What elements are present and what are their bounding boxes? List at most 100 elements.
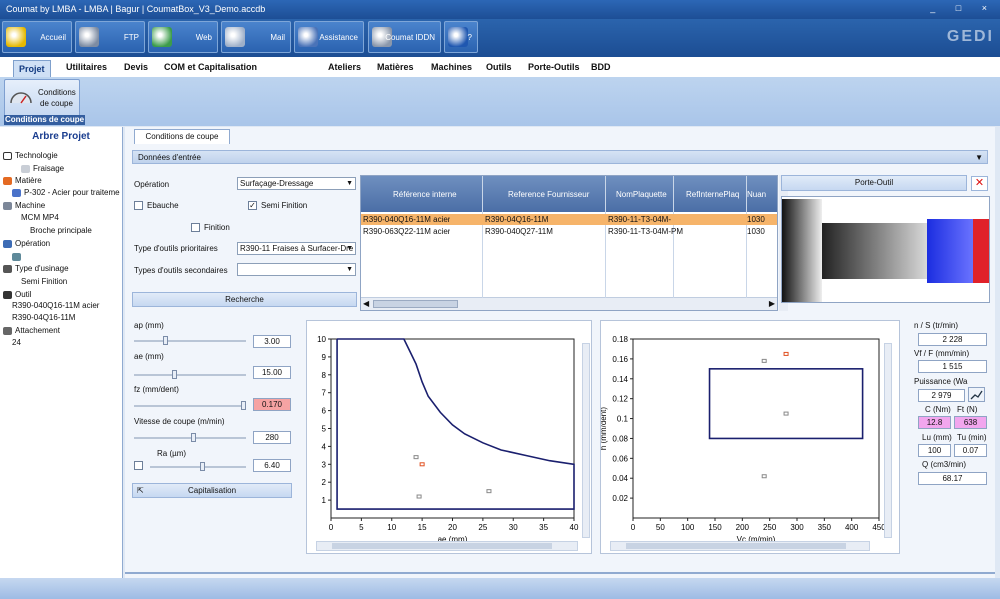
toolbar-button-label: Assistance [319,33,358,42]
vc-slider-thumb[interactable] [191,433,196,442]
tree-item[interactable]: Matière [3,176,42,185]
operation-select[interactable]: Surfaçage-Dressage ▼ [237,177,356,190]
grid-hscrollbar[interactable]: ◀ ▶ [361,297,777,310]
tree-item[interactable]: Type d'usinage [3,264,69,273]
grid-column-header[interactable]: Nuan [747,190,766,199]
table-row[interactable]: R390-040Q16-11M acier R390-04Q16-11M R390-… [361,214,777,225]
menu-item-3[interactable]: COM et Capitalisation [164,62,257,72]
type-prio-select[interactable]: R390-11 Fraises à Surfacer-Dre ▼ [237,242,356,255]
toolbar-button-5[interactable]: Coumat IDDN [368,21,441,53]
tree-item[interactable]: R390-04Q16-11M [12,313,75,322]
y-tick-label: 0.1 [617,415,629,424]
type-sec-select[interactable]: ▼ [237,263,356,276]
dropdown-arrow-icon: ▼ [346,245,353,252]
menu-item-0[interactable]: Projet [13,60,51,77]
menu-item-4[interactable]: Ateliers [328,62,361,72]
collapse-icon[interactable]: ▼ [975,151,983,164]
tree-item[interactable]: P-302 - Acier pour traiteme [12,188,120,197]
scroll-right-icon[interactable]: ▶ [769,299,775,308]
n-label: n / S (tr/min) [914,321,959,330]
section-header[interactable]: Données d'entrée ▼ [132,150,988,164]
tree-item[interactable]: Outil [3,290,31,299]
x-tick-label: 30 [509,523,518,532]
delete-icon[interactable]: ✕ [971,176,988,191]
menu-item-2[interactable]: Devis [124,62,148,72]
tree-item-label: MCM MP4 [21,213,59,222]
y-tick-label: 0.14 [612,375,628,384]
x-tick-label: 25 [478,523,487,532]
ra-slider-thumb[interactable] [200,462,205,471]
tab-conditions-de-coupe[interactable]: Conditions de coupe [134,129,230,144]
grid-column-header[interactable]: RefInternePlaq [686,190,739,199]
tree-item[interactable]: Fraisage [21,164,64,173]
grid-column-header[interactable]: Référence interne [393,190,457,199]
table-cell: R390-11-T3-04M-PM [608,227,683,236]
tree-item-label: 24 [12,338,21,347]
x-tick-label: 0 [631,523,636,532]
chart2-hscrollbar[interactable] [610,541,870,551]
fz-slider[interactable] [134,405,246,407]
tree-item[interactable]: MCM MP4 [21,213,59,222]
toolbar-button-6[interactable]: ? [444,21,478,53]
ap-value[interactable]: 3.00 [253,335,291,348]
chart2-vscrollbar[interactable] [884,343,892,538]
matiere-icon [3,176,12,185]
conditions-de-coupe-button[interactable]: Conditions de coupe [4,79,80,117]
toolbar-button-3[interactable]: Mail [221,21,291,53]
p-label: Puissance (Wa [914,377,968,386]
tree-item-label: Broche principale [30,226,92,235]
toolbar-button-2[interactable]: Web [148,21,218,53]
tree-item[interactable]: Opération [3,239,50,248]
ap-slider[interactable] [134,340,246,342]
toolbar-button-4[interactable]: Assistance [294,21,364,53]
semi-finition-checkbox[interactable]: ✓ [248,201,257,210]
ap-slider-thumb[interactable] [163,336,168,345]
chart-ap-ae[interactable]: 051015202530354012345678910ae (mm)ap (mm… [307,321,591,553]
menu-item-9[interactable]: BDD [591,62,611,72]
vc-value[interactable]: 280 [253,431,291,444]
menu-item-1[interactable]: Utilitaires [66,62,107,72]
tree-item[interactable]: R390-040Q16-11M acier [12,301,99,310]
ae-value[interactable]: 15.00 [253,366,291,379]
scroll-thumb[interactable] [373,300,458,308]
capitalisation-button[interactable]: ⇱ Capitalisation [132,483,292,498]
menu-item-8[interactable]: Porte-Outils [528,62,580,72]
grid-column-header[interactable]: NomPlaquette [616,190,667,199]
grid-column-header[interactable]: Reference Fournisseur [508,190,589,199]
ebauche-checkbox[interactable] [134,201,143,210]
menu-item-5[interactable]: Matières [377,62,414,72]
toolbar-button-0[interactable]: Accueil [2,21,72,53]
tree-item[interactable] [12,252,24,261]
window-controls[interactable]: _ □ × [930,3,996,13]
ra-checkbox[interactable] [134,461,143,470]
c-label: C (Nm) [925,405,951,414]
chart1-hscrollbar[interactable] [316,541,578,551]
fz-value[interactable]: 0.170 [253,398,291,411]
ra-slider[interactable] [150,466,246,468]
toolbar-button-1[interactable]: FTP [75,21,145,53]
ra-value[interactable]: 6.40 [253,459,291,472]
tree-item[interactable]: Attachement [3,326,60,335]
tree-item[interactable]: Semi Finition [21,277,67,286]
tree-item[interactable]: Machine [3,201,45,210]
tree-item[interactable]: 24 [12,338,21,347]
chart1-vscrollbar[interactable] [582,343,590,538]
table-row[interactable]: R390-063Q22-11M acier R390-040Q27-11M R390… [361,226,777,237]
menu-item-6[interactable]: Machines [431,62,472,72]
ae-slider[interactable] [134,374,246,376]
fz-slider-thumb[interactable] [241,401,246,410]
x-tick-label: 10 [387,523,396,532]
tree-item[interactable]: Technologie [3,151,58,160]
dropdown-arrow-icon: ▼ [346,266,353,273]
tree-item[interactable]: Broche principale [30,226,92,235]
porte-outil-button[interactable]: Porte-Outil [781,175,967,191]
x-tick-label: 50 [656,523,665,532]
search-button[interactable]: Recherche [132,292,357,307]
power-chart-button[interactable] [968,387,985,402]
vc-slider[interactable] [134,437,246,439]
scroll-left-icon[interactable]: ◀ [363,299,369,308]
chart-h-vc[interactable]: 0 50 100 150 200 250 300 350 400 4500.020.040.060… [601,321,899,553]
menu-item-7[interactable]: Outils [486,62,512,72]
finition-checkbox[interactable] [191,223,200,232]
ae-slider-thumb[interactable] [172,370,177,379]
